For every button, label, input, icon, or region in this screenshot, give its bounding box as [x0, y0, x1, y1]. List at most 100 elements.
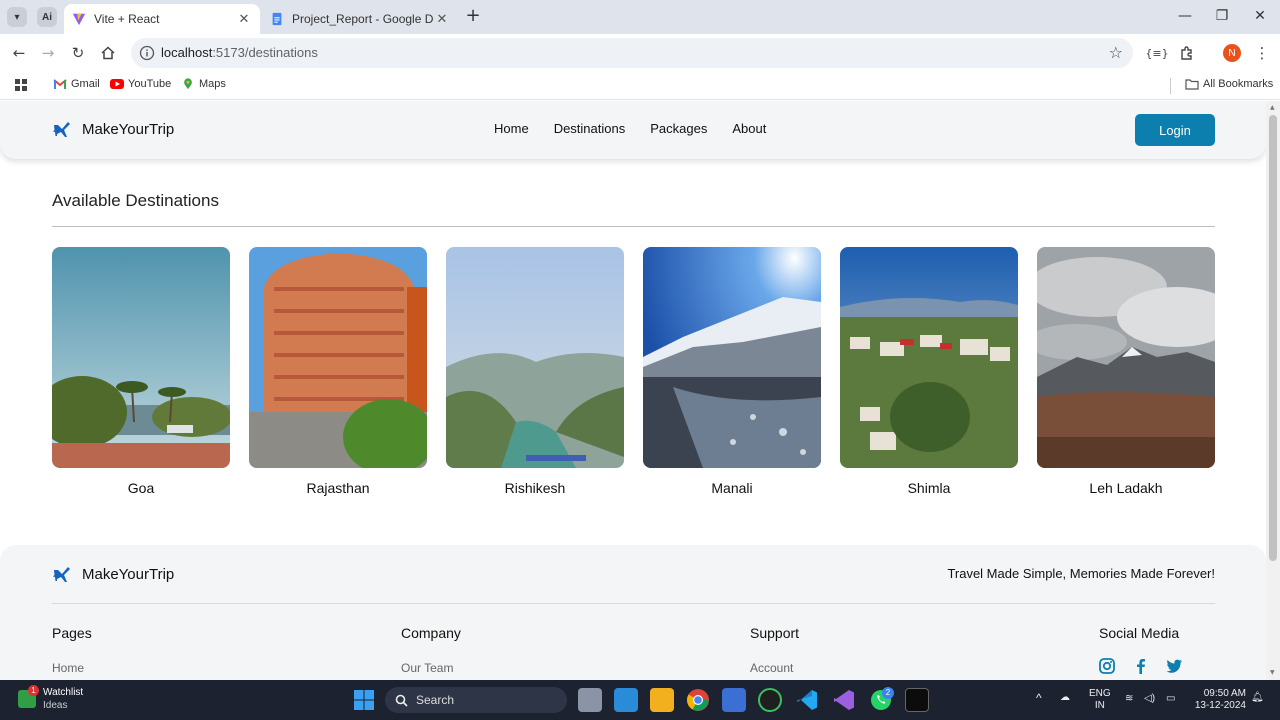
microsoft-store-icon[interactable]	[722, 688, 746, 712]
bookmark-youtube[interactable]: YouTube	[110, 78, 171, 90]
folder-icon	[1185, 79, 1199, 90]
chrome-icon[interactable]	[686, 688, 710, 712]
ai-extension-icon[interactable]: Ai	[37, 7, 57, 27]
goa-photo	[52, 247, 230, 468]
bookmark-gmail[interactable]: Gmail	[53, 78, 100, 90]
destination-name: Goa	[127, 480, 155, 496]
terminal-icon[interactable]	[905, 688, 929, 712]
login-button[interactable]: Login	[1135, 114, 1215, 146]
youtube-icon	[110, 79, 124, 89]
plus-icon: +	[465, 5, 481, 26]
destination-card-manali[interactable]: Manali	[643, 247, 821, 496]
watchlist-widget[interactable]: Watchlist Ideas	[43, 686, 83, 712]
tab-strip: ▾ Ai Vite + React ✕ Project_Report - Goo…	[0, 0, 1280, 34]
rajasthan-photo	[249, 247, 427, 468]
close-window-button[interactable]: ✕	[1250, 8, 1270, 24]
minimize-button[interactable]: —	[1175, 8, 1195, 24]
page-scrollbar[interactable]: ▲ ▼	[1266, 101, 1280, 680]
nav-destinations[interactable]: Destinations	[554, 121, 626, 136]
close-icon[interactable]: ✕	[434, 11, 450, 27]
visual-studio-icon[interactable]	[832, 688, 856, 712]
address-bar[interactable]: localhost:5173/destinations ☆	[131, 38, 1133, 68]
chevron-up-icon[interactable]: ^	[1036, 692, 1042, 704]
windows-start-icon[interactable]	[352, 688, 376, 712]
facebook-icon[interactable]	[1132, 657, 1150, 675]
tab-search-button[interactable]: ▾	[7, 7, 27, 27]
footer-link-home[interactable]: Home	[52, 661, 84, 675]
destination-name: Leh Ladakh	[1089, 480, 1163, 496]
clock[interactable]: 09:50 AM 13-12-2024	[1190, 688, 1246, 712]
destination-card-goa[interactable]: Goa	[52, 247, 230, 496]
brand-name: MakeYourTrip	[82, 565, 175, 583]
scrollbar-thumb[interactable]	[1269, 115, 1277, 561]
search-icon	[395, 694, 408, 707]
volume-icon[interactable]: ◁)	[1144, 693, 1155, 705]
destination-card-leh-ladakh[interactable]: Leh Ladakh	[1037, 247, 1215, 496]
destination-card-shimla[interactable]: Shimla	[840, 247, 1018, 496]
destination-name: Shimla	[907, 480, 951, 496]
extension-button[interactable]: {≡}	[1145, 42, 1168, 64]
scroll-up-arrow-icon[interactable]: ▲	[1270, 104, 1275, 111]
footer-brand[interactable]: MakeYourTrip	[52, 564, 174, 584]
lang-bottom: IN	[1094, 700, 1105, 711]
vscode-icon[interactable]	[795, 688, 819, 712]
menu-button[interactable]: ⋮	[1251, 42, 1273, 64]
apps-grid-icon	[15, 79, 27, 91]
bookmark-star-icon[interactable]: ☆	[1109, 43, 1123, 62]
brand-name: MakeYourTrip	[82, 120, 175, 138]
arrow-right-icon: →	[41, 44, 55, 62]
home-button[interactable]	[97, 42, 119, 64]
rishikesh-photo	[446, 247, 624, 468]
forward-button[interactable]: →	[37, 42, 59, 64]
manali-photo	[643, 247, 821, 468]
tab-google-docs[interactable]: Project_Report - Google Docs ✕	[262, 4, 458, 34]
task-view-icon[interactable]	[578, 688, 602, 712]
home-icon	[101, 46, 115, 60]
destination-card-rishikesh[interactable]: Rishikesh	[446, 247, 624, 496]
footer-link-account[interactable]: Account	[750, 661, 793, 675]
maximize-button[interactable]: ❐	[1212, 8, 1232, 24]
section-divider	[52, 226, 1215, 227]
site-brand[interactable]: MakeYourTrip	[52, 119, 174, 139]
info-icon[interactable]	[139, 45, 155, 61]
footer-link-our-team[interactable]: Our Team	[401, 661, 453, 675]
apps-button[interactable]	[14, 78, 28, 92]
nav-packages[interactable]: Packages	[650, 121, 707, 136]
clock-date: 13-12-2024	[1194, 700, 1246, 711]
back-button[interactable]: ←	[8, 42, 30, 64]
reload-button[interactable]: ↻	[67, 42, 89, 64]
wifi-icon[interactable]: ≋	[1125, 693, 1133, 705]
destination-name: Manali	[711, 480, 753, 496]
url-text: localhost:5173/destinations	[161, 45, 318, 60]
extensions-button[interactable]	[1176, 42, 1198, 64]
all-bookmarks-button[interactable]: All Bookmarks	[1185, 78, 1273, 90]
file-explorer-icon[interactable]	[650, 688, 674, 712]
footer-col-company-title: Company	[401, 625, 461, 641]
browser-toolbar: ← → ↻ localhost:5173/destinations ☆ {≡} …	[0, 34, 1280, 72]
bookmarks-bar: Gmail YouTube Maps All Bookmarks	[0, 72, 1280, 100]
nav-about[interactable]: About	[732, 121, 766, 136]
onedrive-icon[interactable]: ☁	[1060, 692, 1070, 704]
site-footer: MakeYourTrip Travel Made Simple, Memorie…	[0, 545, 1266, 680]
twitter-icon[interactable]	[1165, 657, 1183, 675]
notification-bell-icon[interactable]: 🔔︎	[1251, 692, 1264, 704]
language-indicator[interactable]: ENG IN	[1089, 688, 1111, 712]
nav-home[interactable]: Home	[494, 121, 529, 136]
destination-card-rajasthan[interactable]: Rajasthan	[249, 247, 427, 496]
tab-vite-react[interactable]: Vite + React ✕	[64, 4, 260, 34]
destination-name: Rishikesh	[504, 480, 566, 496]
tab-title: Vite + React	[94, 12, 160, 26]
profile-avatar[interactable]: N	[1223, 44, 1241, 62]
airplane-icon	[53, 567, 70, 582]
notepad-icon[interactable]	[614, 688, 638, 712]
whatsapp-badge: 2	[882, 687, 894, 699]
taskbar-search[interactable]: Search	[385, 687, 567, 713]
battery-icon[interactable]: ▭	[1166, 693, 1175, 705]
instagram-icon[interactable]	[1098, 657, 1116, 675]
nodejs-icon[interactable]	[758, 688, 782, 712]
scroll-down-arrow-icon[interactable]: ▼	[1270, 669, 1275, 676]
widget-subtitle: Ideas	[43, 700, 68, 711]
close-icon[interactable]: ✕	[236, 11, 252, 27]
bookmark-maps[interactable]: Maps	[181, 78, 226, 90]
new-tab-button[interactable]: +	[464, 5, 482, 26]
